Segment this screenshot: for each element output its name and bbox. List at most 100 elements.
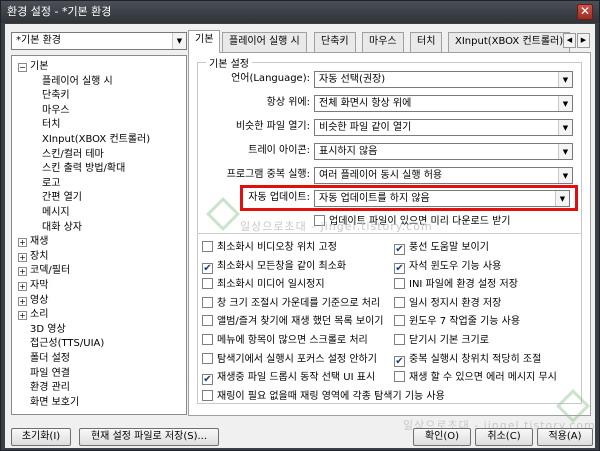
tree-item[interactable]: + 장치 [18, 249, 48, 265]
option-checkbox[interactable]: 앨범/즐겨 찾기에 재생 했던 목록 보이기 [202, 314, 383, 330]
chevron-left-icon: ◀ [566, 36, 573, 44]
option-checkbox[interactable]: 최소화시 비디오창 위치 고정 [202, 240, 337, 256]
tree-item[interactable]: 로고 [42, 176, 60, 192]
dialog-client: *기본 환경 ▼ − 기본 플레이어 실행 시 단축키 마우스 터치 XInput(XBOX… [5, 24, 595, 448]
tree-item[interactable]: 단축키 [42, 88, 70, 104]
option-checkbox[interactable]: 메뉴에 항목이 많으면 스크롤로 처리 [202, 333, 368, 349]
tab-shortcuts[interactable]: 단축키 [314, 32, 356, 52]
cancel-button[interactable]: 취소(C) [475, 428, 533, 446]
option-label: 닫기시 기본 크기로 [409, 335, 489, 346]
tree-item[interactable]: + 자막 [18, 278, 48, 294]
tree-item-label: 영상 [30, 294, 49, 306]
tree-item[interactable]: XInput(XBOX 컨트롤러) [42, 132, 150, 148]
tree-item-label: 자막 [30, 280, 49, 291]
collapse-icon[interactable]: − [18, 63, 27, 72]
tree-item[interactable]: 화면 보호기 [30, 395, 79, 411]
option-checkbox[interactable]: 창 크기 조절시 가운데를 기준으로 처리 [202, 296, 380, 312]
tray-icon-select[interactable]: 표시하지 않음 ▼ [314, 143, 573, 160]
option-checkbox[interactable]: 닫기시 기본 크기로 [394, 333, 489, 349]
tray-icon-label: 트레이 아이콘: [248, 145, 310, 156]
tree-item[interactable]: 마우스 [42, 103, 70, 119]
tree-item[interactable]: + 재생 [18, 234, 48, 250]
tab-mouse[interactable]: 마우스 [362, 32, 404, 52]
tree-item-label: 폴더 설정 [30, 353, 70, 364]
apply-button[interactable]: 적용(A) [537, 428, 593, 446]
preset-select[interactable]: *기본 환경 ▼ [11, 32, 187, 50]
tree-item[interactable]: 접근성(TTS/UIA) [30, 336, 104, 352]
option-label: 앨범/즐겨 찾기에 재생 했던 목록 보이기 [217, 316, 384, 328]
option-label: 창 크기 조절시 가운데를 기준으로 처리 [217, 297, 381, 309]
option-label: 중복 실행시 창위치 적당히 조절 [409, 353, 542, 365]
tab-touch[interactable]: 터치 [410, 32, 443, 52]
tree-item-label: 화면 보호기 [30, 396, 80, 408]
option-checkbox[interactable]: 일시 정지시 환경 저장 [394, 296, 501, 312]
expand-icon[interactable]: + [18, 311, 27, 321]
option-checkbox[interactable]: ✔ 자석 윈도우 기능 사용 [394, 259, 501, 275]
option-checkbox[interactable]: 탐색기에서 실행시 포커스 설정 안하기 [202, 352, 377, 368]
option-checkbox[interactable]: ✔ 최소화시 모든창을 같이 최소화 [202, 259, 346, 275]
tree-item[interactable]: 스킨/컬러 테마 [42, 147, 104, 163]
tree-item[interactable]: − 기본 [18, 59, 48, 75]
tree-item-label: 스킨/컬러 테마 [42, 148, 104, 160]
tree-item[interactable]: + 코덱/필터 [18, 263, 70, 279]
checkbox-checked-icon: ✔ [394, 262, 405, 274]
tab-player-launch[interactable]: 플레이어 실행 시 [222, 32, 307, 52]
option-checkbox[interactable]: ✔ 재생중 파일 드롭시 동작 선택 UI 표시 [202, 370, 375, 386]
tree-item-label: 대화 상자 [42, 221, 82, 233]
option-checkbox[interactable]: 재생 할 수 있으면 에러 메시지 무시 [394, 370, 557, 386]
expand-icon[interactable]: + [18, 252, 27, 262]
option-checkbox[interactable]: 윈도우 7 작업줄 기능 사용 [394, 314, 520, 330]
tree-item[interactable]: 대화 상자 [42, 220, 82, 236]
settings-window: 환경 설정 - *기본 환경 ✕ *기본 환경 ▼ − 기본 플레이어 실행 시 단축… [0, 0, 600, 451]
tree-item[interactable]: 파일 연결 [30, 366, 70, 382]
always-on-top-select[interactable]: 전체 화면시 항상 위에 ▼ [314, 95, 573, 112]
tree-item[interactable]: 3D 영상 [30, 322, 66, 338]
option-checkbox[interactable]: ✔ 풍선 도움말 보이기 [394, 240, 489, 256]
tab-label: 터치 [417, 36, 436, 47]
tree-item-label: 재생 [30, 236, 49, 248]
tab-xinput[interactable]: XInput(XBOX 컨트롤러) [448, 32, 571, 52]
option-label: INI 파일에 환경 설정 저장 [409, 279, 518, 291]
tab-basic[interactable]: 기본 [188, 30, 221, 53]
tree-item[interactable]: 폴더 설정 [30, 351, 70, 367]
tree-item[interactable]: + 소리 [18, 307, 48, 323]
option-checkbox[interactable]: INI 파일에 환경 설정 저장 [394, 277, 518, 293]
similar-files-select[interactable]: 비슷한 파일 같이 열기 ▼ [314, 119, 573, 136]
option-label: 최소화시 미디어 일시정지 [217, 279, 325, 291]
checkbox-box [394, 296, 405, 308]
expand-icon[interactable]: + [18, 238, 27, 248]
multi-instance-select[interactable]: 여러 플레이어 동시 실행 허용 ▼ [314, 167, 573, 184]
option-checkbox[interactable]: 최소화시 미디어 일시정지 [202, 277, 325, 293]
option-label: 일시 정지시 환경 저장 [409, 297, 502, 309]
reset-button[interactable]: 초기화(I) [11, 428, 71, 446]
option-label: 풍선 도움말 보이기 [409, 242, 489, 253]
tab-scroll-left-button[interactable]: ◀ [563, 33, 576, 48]
expand-icon[interactable]: + [18, 267, 27, 277]
checkbox-box [394, 371, 405, 383]
checkbox-checked-icon: ✔ [202, 374, 213, 386]
language-select[interactable]: 자동 선택(권장) ▼ [314, 71, 573, 88]
tree-item-label: 파일 연결 [30, 367, 70, 379]
expand-icon[interactable]: + [18, 296, 27, 306]
chevron-down-icon: ▼ [558, 72, 572, 87]
tree-item[interactable]: 플레이어 실행 시 [42, 74, 113, 90]
option-checkbox[interactable]: ✔ 중복 실행시 창위치 적당히 조절 [394, 352, 541, 368]
option-label: 재생중 파일 드롭시 동작 선택 UI 표시 [217, 372, 376, 384]
tree-item[interactable]: 간편 열기 [42, 190, 82, 206]
tree-item[interactable]: 환경 관리 [30, 380, 70, 396]
chevron-down-icon: ▼ [172, 33, 186, 49]
save-as-file-button[interactable]: 현재 설정 파일로 저장(S)... [79, 428, 219, 446]
ok-button[interactable]: 확인(O) [413, 428, 471, 446]
tab-scroll-right-button[interactable]: ▶ [577, 33, 590, 48]
option-checkbox[interactable]: 재링이 필요 없을때 재링 영역에 각종 탐색기 기능 사용 [202, 389, 445, 405]
expand-icon[interactable]: + [18, 282, 27, 291]
tree-item[interactable]: 메시지 [42, 205, 70, 221]
tree-item-label: 메시지 [42, 207, 70, 218]
tree-item[interactable]: + 영상 [18, 293, 48, 309]
tree-item[interactable]: 스킨 출력 방법/확대 [42, 161, 125, 177]
close-button[interactable]: ✕ [577, 4, 593, 20]
checkbox-box [202, 296, 213, 308]
checkbox-box [394, 278, 405, 290]
tree-item[interactable]: 터치 [42, 117, 60, 133]
auto-update-select[interactable]: 자동 업데이트를 하지 않음 ▼ [314, 190, 570, 207]
